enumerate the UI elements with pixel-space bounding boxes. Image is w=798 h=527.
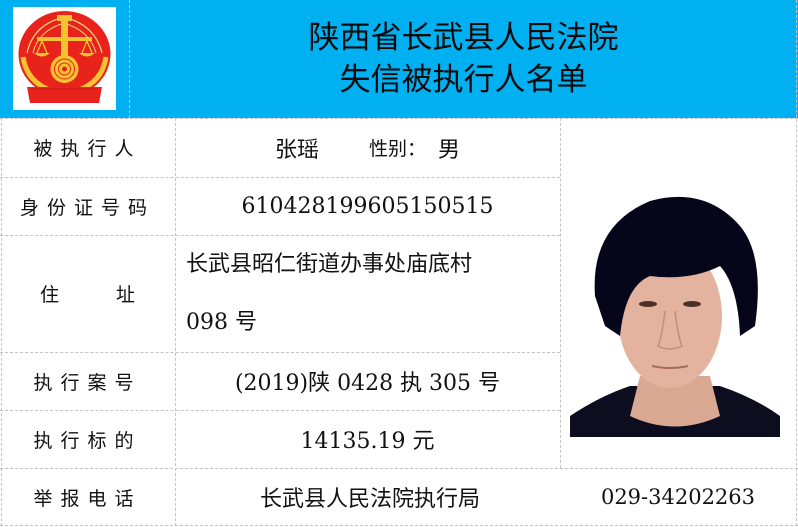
court-emblem-icon	[18, 11, 111, 103]
label-amount: 执行标的	[33, 429, 142, 452]
label-case-number: 执行案号	[33, 371, 142, 394]
gender-value: 男	[438, 137, 461, 163]
address-line-2: 098 号	[186, 309, 257, 335]
person-photo	[570, 186, 780, 437]
list-title: 失信被执行人名单	[339, 62, 588, 98]
person-info: 张瑶 性别： 男	[175, 118, 560, 177]
label-address-right: 址	[115, 284, 135, 306]
court-logo	[13, 7, 116, 110]
header-banner: 陕西省长武县人民法院 失信被执行人名单	[0, 0, 798, 118]
case-number-value: (2019)陕 0428 执 305 号	[234, 371, 501, 396]
person-portrait-icon	[570, 186, 780, 437]
address-line-1: 长武县昭仁街道办事处庙底村	[186, 251, 473, 277]
label-address-left: 住	[40, 284, 60, 306]
col-divider	[796, 0, 797, 526]
label-id-number: 身份证号码	[19, 196, 155, 219]
col-divider	[560, 118, 561, 468]
id-number-value: 610428199605150515	[241, 193, 494, 219]
label-report-phone: 举报电话	[33, 487, 142, 510]
page-title: 陕西省长武县人民法院 失信被执行人名单	[129, 0, 798, 118]
report-phone-number: 029-34202263	[600, 485, 756, 509]
report-office: 长武县人民法院执行局	[259, 487, 480, 512]
person-name: 张瑶	[274, 137, 319, 163]
address-value: 长武县昭仁街道办事处庙底村 098 号	[186, 235, 556, 352]
gender-label: 性别：	[368, 138, 426, 160]
label-person: 被执行人	[33, 138, 142, 160]
amount-value: 14135.19 元	[300, 429, 435, 454]
label-address: 住 址	[0, 235, 175, 352]
court-name: 陕西省长武县人民法院	[308, 20, 619, 56]
